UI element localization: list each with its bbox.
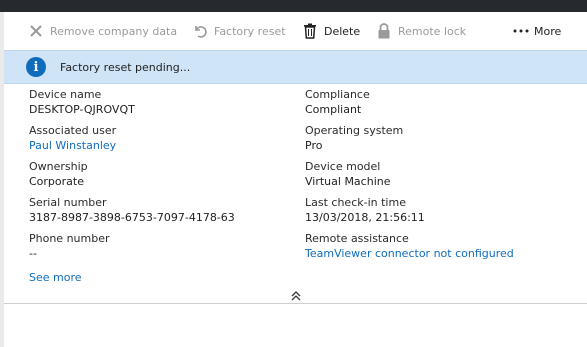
- associated-user-link[interactable]: Paul Winstanley: [29, 138, 116, 153]
- command-toolbar: Remove company data Factory reset Delete…: [4, 12, 587, 50]
- close-icon: [26, 21, 46, 41]
- serial-number-field: Serial number 3187-8987-3898-6753-7097-4…: [29, 195, 235, 225]
- remote-lock-button[interactable]: Remote lock: [374, 12, 476, 50]
- ownership-label: Ownership: [29, 160, 88, 173]
- notification-banner: i Factory reset pending...: [4, 50, 587, 84]
- device-name-field: Device name DESKTOP-QJROVQT: [29, 87, 135, 117]
- last-checkin-field: Last check-in time 13/03/2018, 21:56:11: [305, 195, 425, 225]
- lock-icon: [374, 21, 394, 41]
- delete-button[interactable]: Delete: [300, 12, 370, 50]
- teamviewer-connector-link[interactable]: TeamViewer connector not configured: [305, 246, 514, 261]
- more-label: More: [534, 24, 562, 38]
- remote-assistance-label: Remote assistance: [305, 232, 409, 245]
- factory-reset-button[interactable]: Factory reset: [190, 12, 296, 50]
- window-top-bar: [0, 0, 587, 12]
- banner-message: Factory reset pending...: [60, 61, 191, 74]
- compliance-field: Compliance Compliant: [305, 87, 370, 117]
- remote-lock-label: Remote lock: [398, 24, 467, 38]
- more-button[interactable]: More: [512, 12, 571, 50]
- device-name-label: Device name: [29, 88, 102, 101]
- ownership-field: Ownership Corporate: [29, 159, 88, 189]
- serial-number-value: 3187-8987-3898-6753-7097-4178-63: [29, 211, 235, 224]
- remove-company-data-button[interactable]: Remove company data: [26, 12, 187, 50]
- operating-system-field: Operating system Pro: [305, 123, 403, 153]
- phone-number-value: --: [29, 247, 37, 260]
- delete-label: Delete: [324, 24, 361, 38]
- undo-icon: [190, 21, 210, 41]
- trash-icon: [300, 21, 320, 41]
- compliance-value: Compliant: [305, 103, 362, 116]
- collapse-icon[interactable]: [290, 290, 302, 302]
- device-model-label: Device model: [305, 160, 381, 173]
- device-name-value: DESKTOP-QJROVQT: [29, 103, 135, 116]
- factory-reset-label: Factory reset: [214, 24, 286, 38]
- device-model-value: Virtual Machine: [305, 175, 391, 188]
- phone-number-field: Phone number --: [29, 231, 110, 261]
- operating-system-label: Operating system: [305, 124, 404, 137]
- phone-number-label: Phone number: [29, 232, 110, 245]
- compliance-label: Compliance: [305, 88, 370, 101]
- last-checkin-label: Last check-in time: [305, 196, 406, 209]
- info-icon: i: [26, 57, 46, 77]
- ownership-value: Corporate: [29, 175, 84, 188]
- more-icon: [512, 21, 530, 41]
- associated-user-field: Associated user Paul Winstanley: [29, 123, 116, 153]
- last-checkin-value: 13/03/2018, 21:56:11: [305, 211, 425, 224]
- remote-assistance-field: Remote assistance TeamViewer connector n…: [305, 231, 514, 261]
- operating-system-value: Pro: [305, 139, 323, 152]
- section-divider: [4, 303, 587, 304]
- see-more-link[interactable]: See more: [29, 271, 82, 284]
- remove-company-data-label: Remove company data: [50, 24, 178, 38]
- device-model-field: Device model Virtual Machine: [305, 159, 391, 189]
- associated-user-label: Associated user: [29, 124, 117, 137]
- serial-number-label: Serial number: [29, 196, 107, 209]
